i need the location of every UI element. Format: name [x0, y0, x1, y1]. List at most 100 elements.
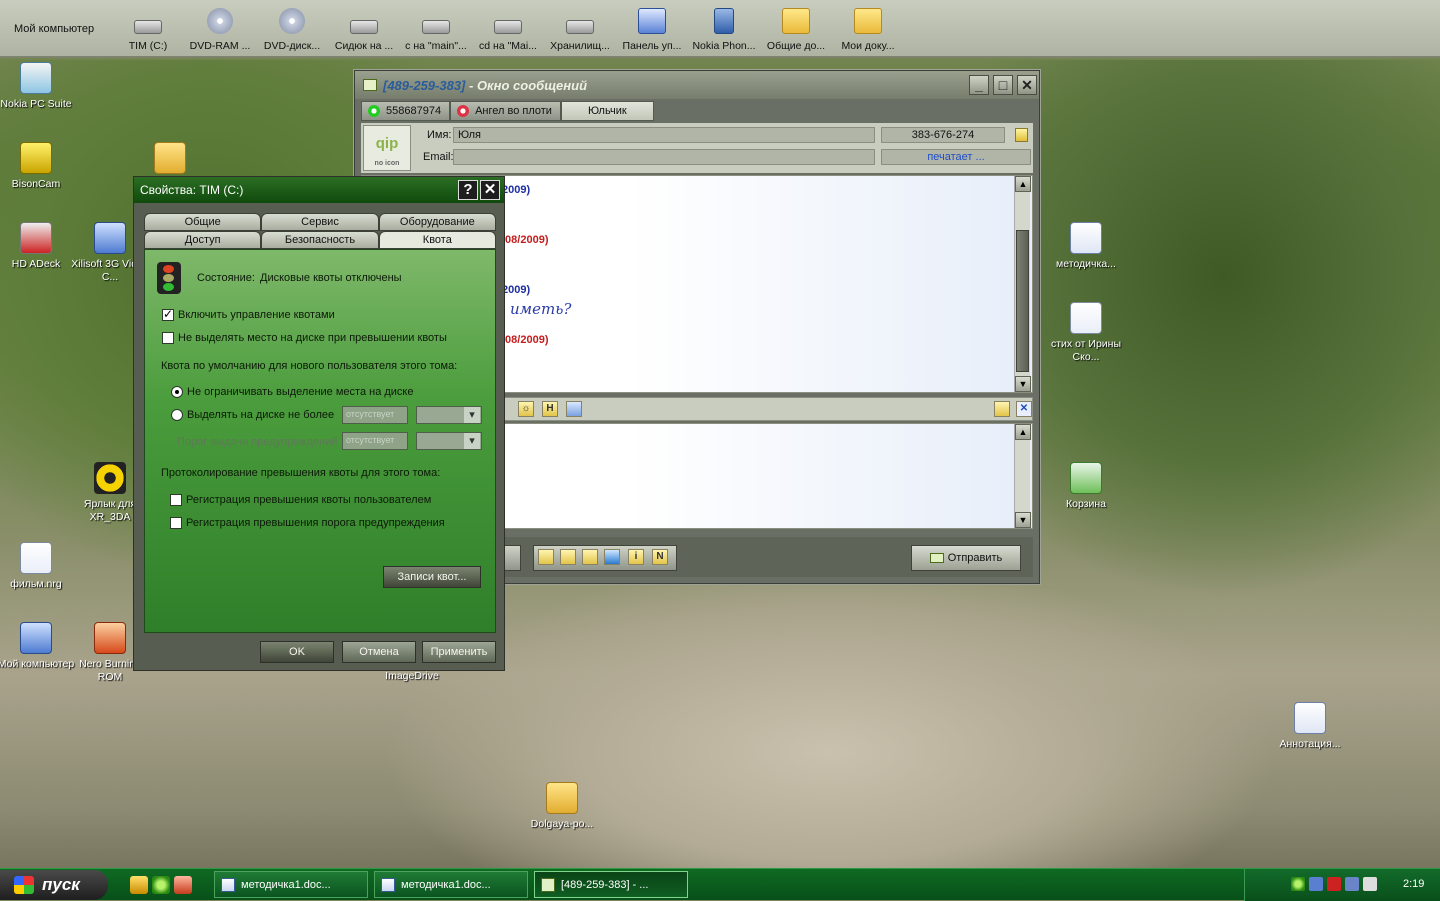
limit-value-field[interactable]: отсутствует [342, 406, 408, 424]
deny-space-checkbox[interactable] [162, 332, 174, 344]
mail-icon[interactable] [1363, 877, 1377, 891]
tab-hardware[interactable]: Оборудование [378, 213, 496, 231]
desktop-icon-dolgaya[interactable]: Dolgaya-po... [520, 782, 604, 831]
computer-icon [20, 622, 52, 654]
info-icon[interactable]: i [628, 549, 644, 565]
taskbar: пуск методичка1.doc... методичка1.doc...… [0, 868, 1440, 901]
help-button[interactable]: ? [458, 180, 478, 200]
toolbar-item-shared-docs[interactable]: Общие до... [760, 0, 832, 58]
desktop-icon-film[interactable]: фильм.nrg [0, 542, 78, 591]
log-warn-checkbox[interactable] [170, 517, 182, 529]
scroll-up-icon[interactable]: ▲ [1015, 424, 1031, 440]
desktop-icon-my-computer[interactable]: Мой компьютер [0, 622, 78, 671]
quote-icon[interactable] [538, 549, 554, 565]
network-drive-icon [494, 20, 522, 34]
limit-radio[interactable] [171, 409, 183, 421]
toolbar-item-cd-main[interactable]: cd на "Mai... [472, 0, 544, 58]
scroll-up-icon[interactable]: ▲ [1015, 176, 1031, 192]
taskbar-item-qip[interactable]: [489-259-383] - ... [534, 871, 688, 898]
toolbar-item-sidyuk[interactable]: Сидюк на ... [328, 0, 400, 58]
tab-yulchik[interactable]: Юльчик [560, 101, 654, 121]
toolbar-item-nokia-phone[interactable]: Nokia Phon... [688, 0, 760, 58]
tab-angel[interactable]: Ангел во плоти [450, 101, 561, 121]
warn-unit-dropdown[interactable] [416, 432, 482, 450]
quicklaunch-qip-icon[interactable] [152, 876, 170, 894]
maximize-button[interactable]: □ [993, 75, 1013, 95]
send-file-icon[interactable] [604, 549, 620, 565]
tab-558687974[interactable]: 558687974 [361, 101, 451, 121]
email-field[interactable] [453, 149, 875, 165]
wallpaper-road [380, 560, 1280, 880]
network-icon[interactable] [1309, 877, 1323, 891]
close-button[interactable]: ✕ [480, 180, 500, 200]
status-value: Дисковые квоты отключены [260, 272, 402, 284]
desktop-icon-hd-adeck[interactable]: HD ADeck [0, 222, 78, 271]
desktop-icon-imagedrive[interactable]: ImageDrive [370, 670, 454, 683]
ok-button[interactable]: OK [260, 641, 334, 663]
translit-icon[interactable] [582, 549, 598, 565]
desktop-icon-annotation[interactable]: Аннотация... [1268, 702, 1352, 751]
network-status-icon[interactable] [1345, 877, 1359, 891]
toolbar-item-dvd-disc[interactable]: DVD-диск... [256, 0, 328, 58]
toolbar-item-storage[interactable]: Хранилищ... [544, 0, 616, 58]
qip-tray-icon[interactable] [1291, 877, 1305, 891]
uin-field[interactable]: 383-676-274 [881, 127, 1005, 143]
toolbar-item-my-docs[interactable]: Мои доку... [832, 0, 904, 58]
history-scrollbar[interactable]: ▲ ▼ [1014, 176, 1031, 392]
template-icon[interactable] [560, 549, 576, 565]
notify-icon[interactable]: N [652, 549, 668, 565]
tab-quota[interactable]: Квота [378, 231, 496, 249]
log-quota-checkbox[interactable] [170, 494, 182, 506]
toolbar-item-dvd-ram[interactable]: DVD-RAM ... [184, 0, 256, 58]
apply-button[interactable]: Применить [422, 641, 496, 663]
desktop-icon-nokia-pc-suite[interactable]: Nokia PC Suite [0, 62, 78, 111]
desktop-icon-stih[interactable]: стих от Ирины Ско... [1044, 302, 1128, 364]
warn-value-field[interactable]: отсутствует [342, 432, 408, 450]
tab-general[interactable]: Общие [144, 213, 262, 231]
send-button[interactable]: Отправить [911, 545, 1021, 571]
smiley-icon[interactable]: ☼ [518, 401, 534, 417]
taskbar-item-metodichka-2[interactable]: методичка1.doc... [374, 871, 528, 898]
toolbar-label: Мой компьютер [14, 23, 95, 35]
dialog-title-bar[interactable]: Свойства: TIM (C:) [134, 177, 504, 203]
notes-icon[interactable] [994, 401, 1010, 417]
quicklaunch-media-icon[interactable] [174, 876, 192, 894]
minimize-button[interactable]: _ [969, 75, 989, 95]
close-tab-icon[interactable]: ✕ [1016, 401, 1032, 417]
image-icon[interactable] [566, 401, 582, 417]
cancel-button[interactable]: Отмена [342, 641, 416, 663]
history-icon[interactable]: H [542, 401, 558, 417]
close-button[interactable]: ✕ [1017, 75, 1037, 95]
action-buttons-group: i N [533, 545, 677, 571]
quota-entries-button[interactable]: Записи квот... [383, 566, 481, 588]
desktop-icon-recycle-bin[interactable]: Корзина [1044, 462, 1128, 511]
contact-details-icon[interactable] [1015, 128, 1028, 142]
quicklaunch-winamp-icon[interactable] [130, 876, 148, 894]
toolbar-item-tim-c[interactable]: TIM (C:) [112, 0, 184, 58]
enable-quota-checkbox[interactable] [162, 307, 174, 321]
input-scrollbar[interactable]: ▲ ▼ [1014, 424, 1031, 528]
qip-title-text: - Окно сообщений [465, 77, 588, 93]
tab-service[interactable]: Сервис [261, 213, 379, 231]
dialog-title: Свойства: TIM (C:) [140, 183, 244, 197]
tab-security[interactable]: Безопасность [261, 231, 379, 249]
no-limit-radio[interactable] [171, 386, 183, 398]
taskbar-item-metodichka-1[interactable]: методичка1.doc... [214, 871, 368, 898]
name-field[interactable]: Юля [453, 127, 875, 143]
scroll-thumb[interactable] [1016, 230, 1029, 372]
antivirus-icon[interactable] [1327, 877, 1341, 891]
tab-access[interactable]: Доступ [144, 231, 262, 249]
toolbar-item-c-main[interactable]: c на "main"... [400, 0, 472, 58]
desktop-icon-metodichka[interactable]: методичка... [1044, 222, 1128, 271]
desktop-icon-7zip[interactable] [140, 142, 200, 178]
qip-title-bar[interactable]: [489-259-383] - Окно сообщений [355, 71, 1039, 99]
scroll-down-icon[interactable]: ▼ [1015, 376, 1031, 392]
toolbar-item-control-panel[interactable]: Панель уп... [616, 0, 688, 58]
start-button[interactable]: пуск [0, 870, 108, 900]
log-quota-label: Регистрация превышения квоты пользовател… [186, 494, 432, 506]
limit-unit-dropdown[interactable] [416, 406, 482, 424]
clock[interactable]: 2:19 [1403, 878, 1424, 890]
contact-info-panel: qip no icon Имя: Юля 383-676-274 Email: п… [361, 123, 1033, 173]
desktop-icon-bisoncam[interactable]: BisonCam [0, 142, 78, 191]
scroll-down-icon[interactable]: ▼ [1015, 512, 1031, 528]
